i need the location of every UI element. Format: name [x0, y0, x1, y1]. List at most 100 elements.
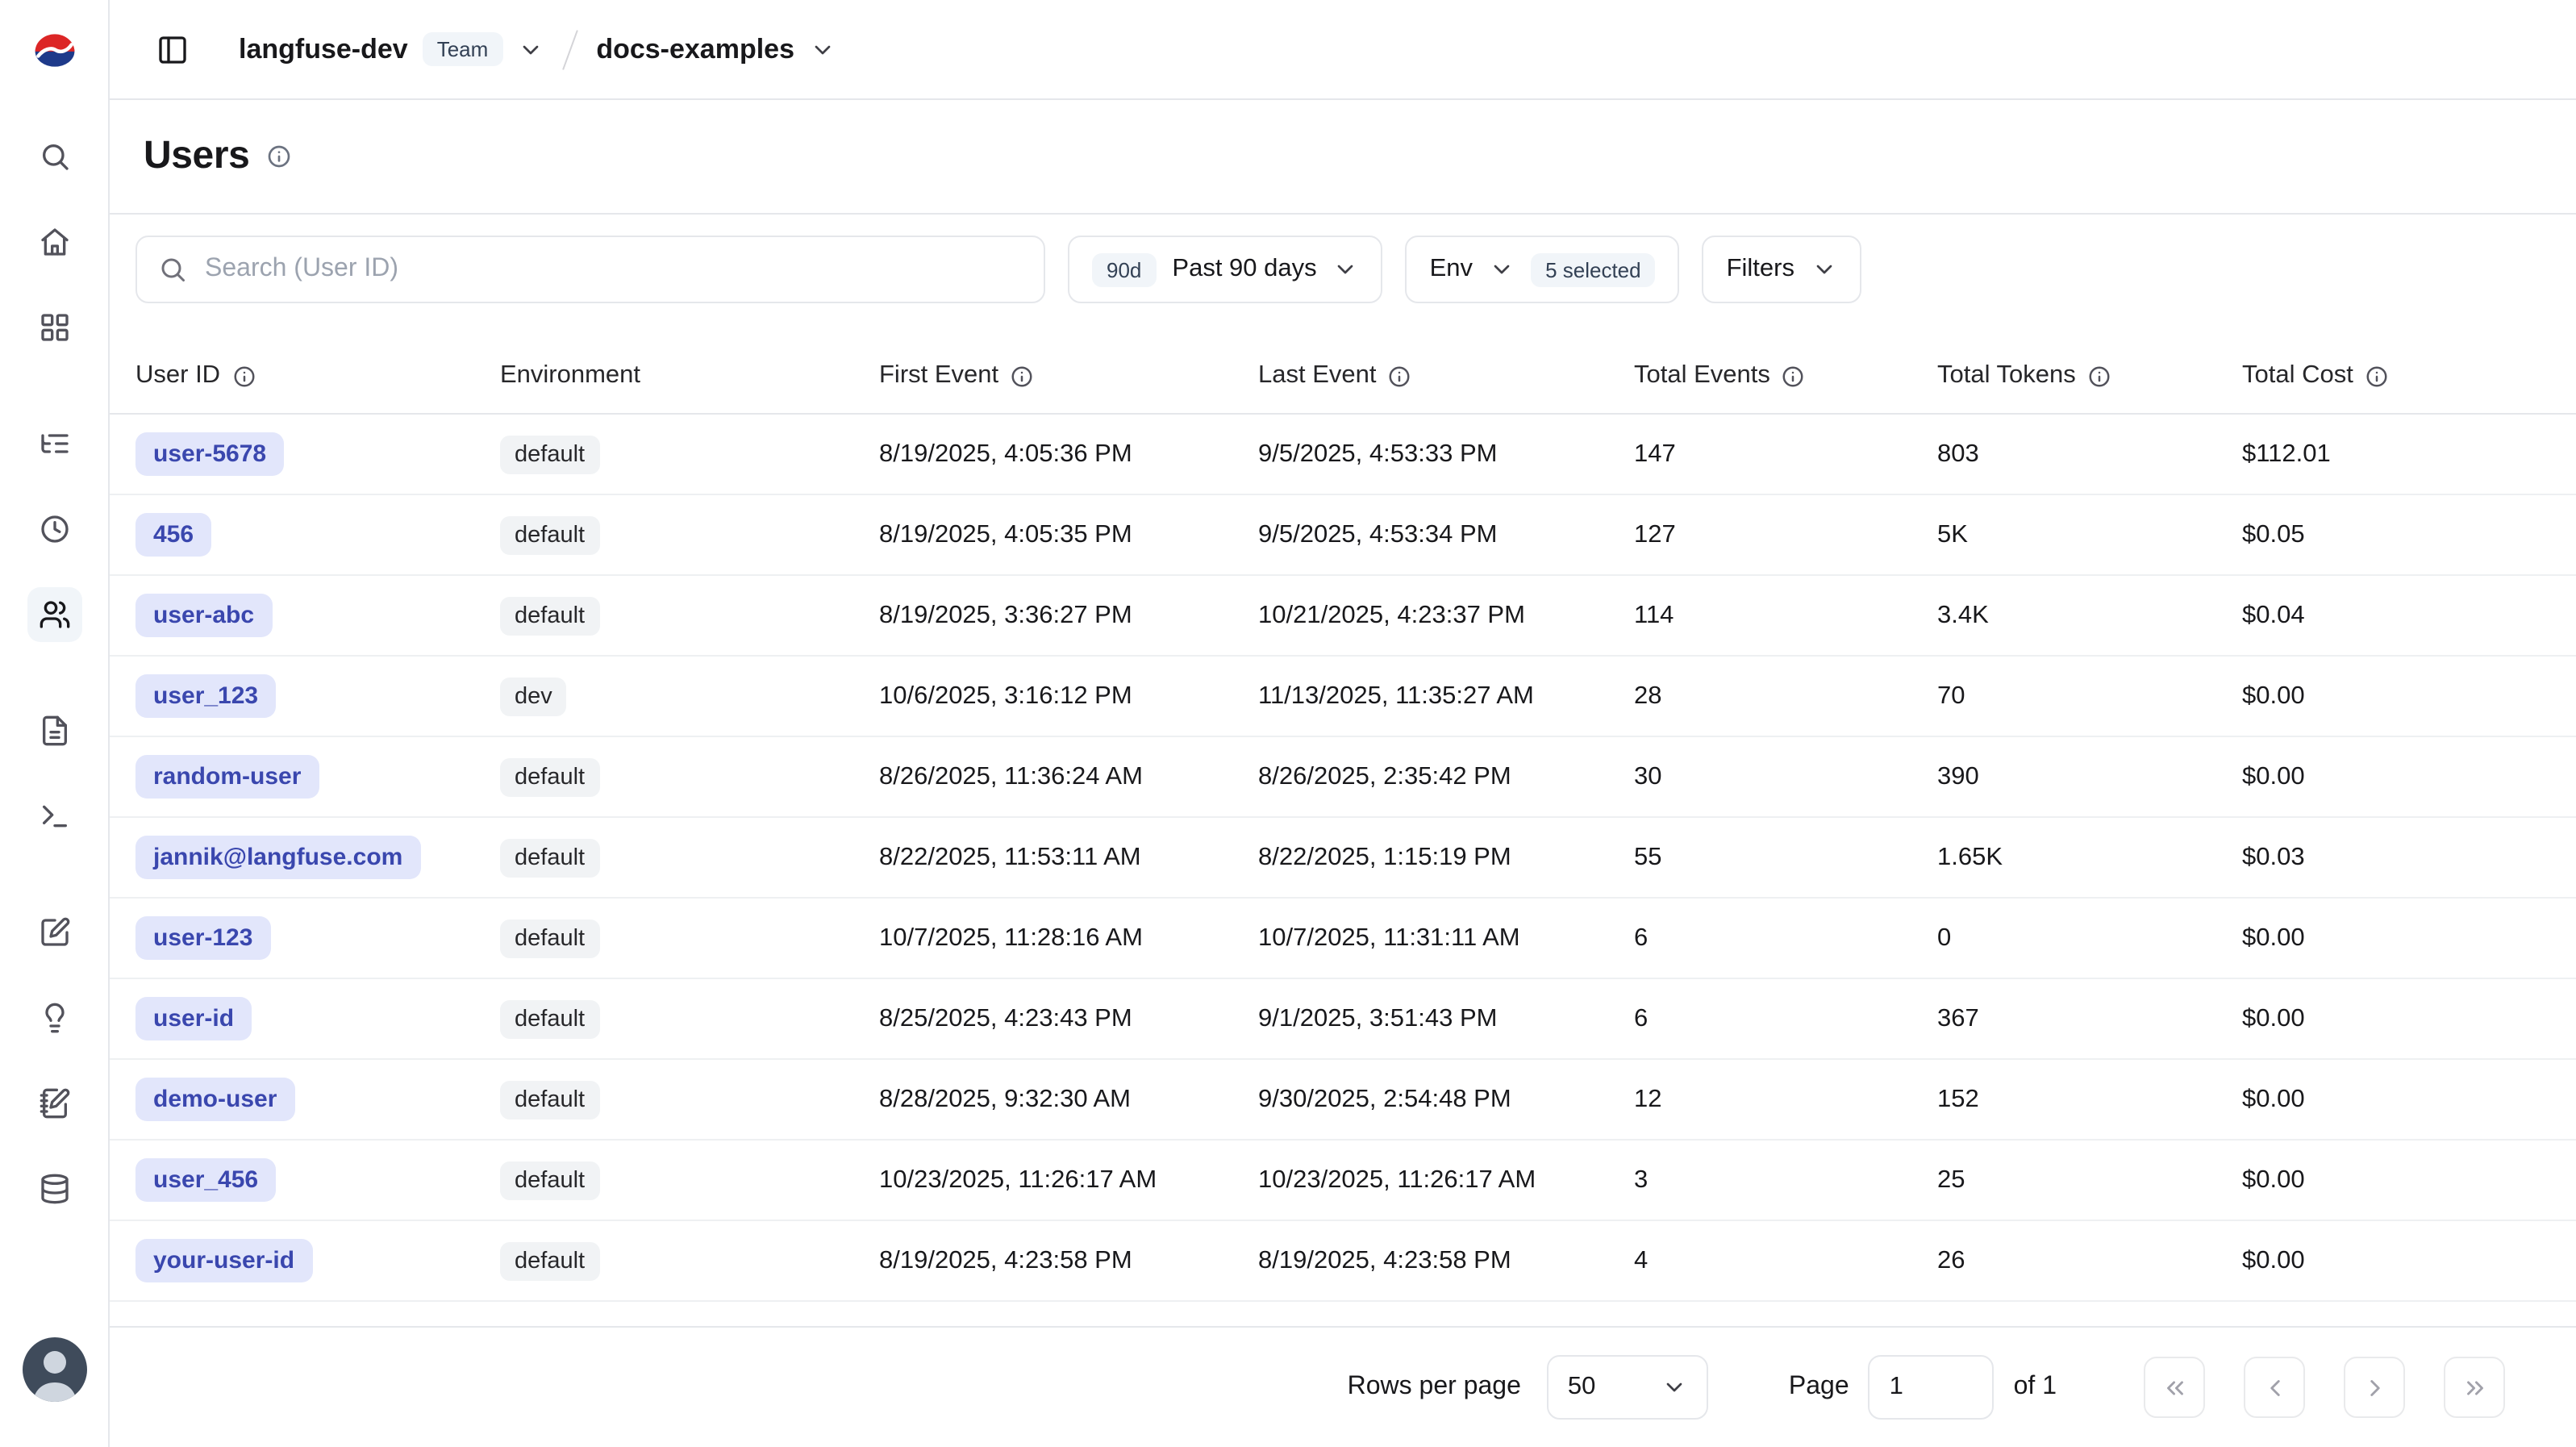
- info-icon[interactable]: [2087, 364, 2111, 388]
- chevron-down-icon: [517, 36, 543, 62]
- sidebar-item-datasets[interactable]: [27, 1161, 81, 1216]
- grid-icon: [38, 311, 70, 344]
- first-page-button[interactable]: [2144, 1357, 2205, 1418]
- total-cost-value: $112.01: [2242, 440, 2331, 469]
- user-id-badge[interactable]: your-user-id: [135, 1239, 312, 1282]
- search-icon: [158, 255, 187, 284]
- total-tokens-value: 70: [1937, 682, 1965, 711]
- table-row[interactable]: your-user-id default 8/19/2025, 4:23:58 …: [110, 1221, 2576, 1302]
- cell-environment: default: [474, 435, 853, 473]
- cell-total-cost: $0.00: [2216, 762, 2576, 791]
- cell-total-cost: $112.01: [2216, 440, 2576, 469]
- cell-user-id: 456: [110, 513, 474, 557]
- info-icon[interactable]: [1010, 364, 1034, 388]
- page-info-icon[interactable]: [265, 144, 291, 169]
- cell-environment: default: [474, 838, 853, 877]
- table-row[interactable]: user-5678 default 8/19/2025, 4:05:36 PM …: [110, 415, 2576, 495]
- cell-total-cost: $0.00: [2216, 1246, 2576, 1275]
- user-id-badge[interactable]: user-id: [135, 997, 252, 1040]
- sidebar-item-tracing[interactable]: [27, 416, 81, 471]
- user-id-badge[interactable]: demo-user: [135, 1078, 294, 1121]
- environment-badge: default: [500, 515, 599, 554]
- filters-button[interactable]: Filters: [1703, 236, 1861, 303]
- env-filter-button[interactable]: Env 5 selected: [1406, 236, 1680, 303]
- cell-total-events: 114: [1608, 601, 1911, 630]
- sidebar-item-annotation[interactable]: [27, 1076, 81, 1131]
- user-id-badge[interactable]: user-123: [135, 916, 270, 960]
- user-id-badge[interactable]: user-abc: [135, 594, 272, 637]
- user-id-badge[interactable]: user_123: [135, 674, 276, 718]
- cell-environment: default: [474, 596, 853, 635]
- cell-total-events: 12: [1608, 1085, 1911, 1114]
- cell-total-events: 30: [1608, 762, 1911, 791]
- user-id-badge[interactable]: user-5678: [135, 432, 284, 476]
- next-page-button[interactable]: [2344, 1357, 2405, 1418]
- table-row[interactable]: user-abc default 8/19/2025, 3:36:27 PM 1…: [110, 576, 2576, 657]
- total-tokens-value: 0: [1937, 924, 1951, 953]
- project-name: docs-examples: [596, 33, 794, 65]
- table-row[interactable]: user_456 default 10/23/2025, 11:26:17 AM…: [110, 1141, 2576, 1221]
- total-events-value: 127: [1634, 520, 1676, 549]
- sidebar-item-users[interactable]: [27, 587, 81, 642]
- chevron-down-icon: [1489, 256, 1515, 282]
- chevron-left-icon: [2261, 1374, 2288, 1401]
- topbar: langfuse-dev Team docs-examples: [110, 0, 2576, 100]
- table-row[interactable]: user-id default 8/25/2025, 4:23:43 PM 9/…: [110, 979, 2576, 1060]
- info-icon[interactable]: [1388, 364, 1412, 388]
- sidebar-item-search[interactable]: [27, 129, 81, 184]
- info-icon[interactable]: [231, 364, 256, 388]
- user-id-badge[interactable]: 456: [135, 513, 211, 557]
- last-event-value: 10/23/2025, 11:26:17 AM: [1258, 1166, 1536, 1195]
- table-row[interactable]: demo-user default 8/28/2025, 9:32:30 AM …: [110, 1060, 2576, 1141]
- rows-per-page-select[interactable]: 50: [1547, 1355, 1708, 1420]
- sidebar-item-playground[interactable]: [27, 789, 81, 844]
- user-avatar[interactable]: [22, 1337, 86, 1402]
- org-type-badge: Team: [423, 32, 503, 66]
- cell-total-events: 147: [1608, 440, 1911, 469]
- column-label: Total Tokens: [1937, 361, 2076, 390]
- cell-total-tokens: 367: [1911, 1004, 2216, 1033]
- cell-first-event: 8/19/2025, 4:05:36 PM: [853, 440, 1232, 469]
- user-id-badge[interactable]: random-user: [135, 755, 319, 799]
- cell-first-event: 8/19/2025, 4:23:58 PM: [853, 1246, 1232, 1275]
- environment-badge: default: [500, 757, 599, 796]
- table-row[interactable]: 456 default 8/19/2025, 4:05:35 PM 9/5/20…: [110, 495, 2576, 576]
- table-row[interactable]: jannik@langfuse.com default 8/22/2025, 1…: [110, 818, 2576, 899]
- sidebar-item-dashboards[interactable]: [27, 300, 81, 355]
- sidebar-item-prompts[interactable]: [27, 703, 81, 758]
- column-header-environment: Environment: [474, 361, 853, 390]
- column-header-first-event: First Event: [853, 361, 1232, 390]
- cell-environment: default: [474, 1080, 853, 1119]
- total-cost-value: $0.00: [2242, 1085, 2305, 1114]
- cell-user-id: demo-user: [110, 1078, 474, 1121]
- project-switcher[interactable]: docs-examples: [596, 33, 835, 65]
- total-tokens-value: 390: [1937, 762, 1979, 791]
- sidebar-toggle-button[interactable]: [148, 25, 197, 73]
- total-tokens-value: 367: [1937, 1004, 1979, 1033]
- total-cost-value: $0.05: [2242, 520, 2305, 549]
- table-row[interactable]: user_123 dev 10/6/2025, 3:16:12 PM 11/13…: [110, 657, 2576, 737]
- sidebar-item-insights[interactable]: [27, 990, 81, 1045]
- cell-total-tokens: 0: [1911, 924, 2216, 953]
- last-event-value: 8/26/2025, 2:35:42 PM: [1258, 762, 1511, 791]
- sidebar-item-sessions[interactable]: [27, 502, 81, 557]
- table-row[interactable]: random-user default 8/26/2025, 11:36:24 …: [110, 737, 2576, 818]
- org-switcher[interactable]: langfuse-dev Team: [239, 32, 543, 66]
- sidebar-item-home[interactable]: [27, 215, 81, 269]
- page-number-input[interactable]: [1869, 1355, 1995, 1420]
- search-input[interactable]: [205, 255, 1023, 284]
- user-id-badge[interactable]: user_456: [135, 1158, 276, 1202]
- main-area: langfuse-dev Team docs-examples Users: [110, 0, 2576, 1447]
- column-header-total-tokens: Total Tokens: [1911, 361, 2216, 390]
- info-icon[interactable]: [2365, 364, 2389, 388]
- table-row[interactable]: user-123 default 10/7/2025, 11:28:16 AM …: [110, 899, 2576, 979]
- langfuse-logo[interactable]: [0, 0, 108, 100]
- user-id-badge[interactable]: jannik@langfuse.com: [135, 836, 420, 879]
- info-icon[interactable]: [1782, 364, 1806, 388]
- last-page-button[interactable]: [2444, 1357, 2505, 1418]
- sidebar-item-evaluation[interactable]: [27, 905, 81, 960]
- date-range-button[interactable]: 90d Past 90 days: [1068, 236, 1383, 303]
- cell-last-event: 9/5/2025, 4:53:34 PM: [1232, 520, 1608, 549]
- previous-page-button[interactable]: [2244, 1357, 2305, 1418]
- environment-badge: default: [500, 919, 599, 957]
